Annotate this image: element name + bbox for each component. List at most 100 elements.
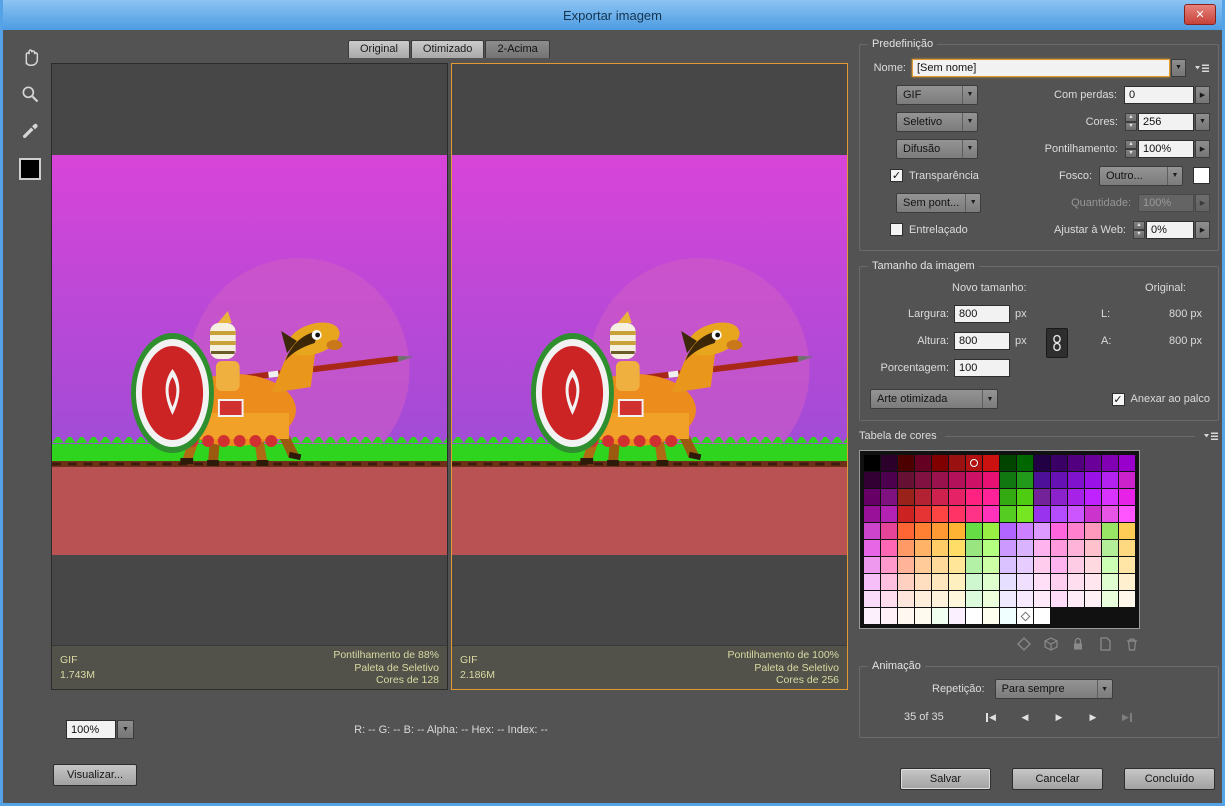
save-button[interactable]: Salvar: [900, 768, 991, 790]
close-button[interactable]: ✕: [1184, 4, 1216, 25]
loop-select[interactable]: Para sempre ▼: [994, 679, 1113, 699]
color-swatch[interactable]: [949, 591, 965, 607]
color-swatch[interactable]: [864, 489, 880, 505]
color-swatch[interactable]: [949, 574, 965, 590]
color-swatch[interactable]: [966, 455, 982, 471]
color-swatch[interactable]: [864, 455, 880, 471]
color-swatch[interactable]: [881, 557, 897, 573]
slider-popup-icon[interactable]: ▶: [1195, 85, 1210, 104]
play-button[interactable]: ▶: [1042, 712, 1076, 723]
chevron-down-icon[interactable]: ▼: [1195, 112, 1210, 131]
color-swatch[interactable]: [1034, 455, 1050, 471]
color-swatch[interactable]: [1102, 506, 1118, 522]
color-swatch[interactable]: [1068, 574, 1084, 590]
color-swatch[interactable]: [966, 540, 982, 556]
color-swatch[interactable]: [1068, 455, 1084, 471]
color-swatch[interactable]: [1017, 608, 1033, 624]
color-swatch[interactable]: [915, 591, 931, 607]
color-swatch[interactable]: [983, 574, 999, 590]
color-swatch[interactable]: [1000, 608, 1016, 624]
color-swatch[interactable]: [1034, 489, 1050, 505]
color-swatch[interactable]: [915, 540, 931, 556]
color-swatch[interactable]: [949, 608, 965, 624]
lossy-field[interactable]: 0: [1124, 85, 1194, 104]
color-swatch[interactable]: [915, 608, 931, 624]
web-shift-icon[interactable]: [1016, 636, 1032, 652]
color-swatch[interactable]: [1085, 489, 1101, 505]
dither-method-select[interactable]: Difusão ▼: [896, 138, 978, 159]
color-swatch[interactable]: [983, 557, 999, 573]
color-swatch[interactable]: [915, 574, 931, 590]
color-swatch[interactable]: [864, 523, 880, 539]
color-swatch[interactable]: [881, 506, 897, 522]
color-swatch[interactable]: [932, 506, 948, 522]
new-color-icon[interactable]: [1097, 636, 1113, 652]
color-swatch[interactable]: [949, 472, 965, 488]
color-swatch[interactable]: [1017, 489, 1033, 505]
format-select[interactable]: GIF ▼: [896, 84, 978, 105]
color-swatch[interactable]: [864, 506, 880, 522]
color-swatch[interactable]: [1017, 506, 1033, 522]
colors-field[interactable]: 256: [1138, 112, 1194, 131]
color-swatch[interactable]: [983, 489, 999, 505]
color-swatch[interactable]: [1085, 506, 1101, 522]
color-swatch[interactable]: [983, 591, 999, 607]
slider-popup-icon[interactable]: ▶: [1195, 220, 1210, 239]
color-swatch[interactable]: [983, 540, 999, 556]
web-safe-cube-icon[interactable]: [1043, 636, 1059, 652]
color-swatch[interactable]: [1085, 591, 1101, 607]
color-swatch[interactable]: [1051, 540, 1067, 556]
color-swatch[interactable]: [1068, 489, 1084, 505]
color-swatch[interactable]: [966, 591, 982, 607]
tab-original[interactable]: Original: [348, 40, 410, 58]
color-swatch[interactable]: [881, 574, 897, 590]
hand-tool[interactable]: [15, 42, 45, 72]
color-swatch[interactable]: [881, 455, 897, 471]
color-swatch[interactable]: [1000, 574, 1016, 590]
tab-2-acima[interactable]: 2-Acima: [485, 40, 550, 58]
color-swatch[interactable]: [915, 506, 931, 522]
color-swatch[interactable]: [932, 472, 948, 488]
color-swatch[interactable]: [915, 557, 931, 573]
color-swatch[interactable]: [864, 574, 880, 590]
percent-field[interactable]: 100: [954, 358, 1010, 377]
color-swatch[interactable]: [966, 574, 982, 590]
delete-color-icon[interactable]: [1124, 636, 1140, 652]
color-swatch[interactable]: [898, 557, 914, 573]
color-swatch[interactable]: [966, 523, 982, 539]
color-swatch[interactable]: [983, 506, 999, 522]
color-swatch[interactable]: [1068, 472, 1084, 488]
preview-pane-optimized[interactable]: GIF 2.186M Pontilhamento de 100% Paleta …: [451, 63, 848, 690]
color-swatch[interactable]: [1034, 574, 1050, 590]
cancel-button[interactable]: Cancelar: [1012, 768, 1103, 790]
color-swatch[interactable]: [983, 523, 999, 539]
color-swatch[interactable]: [864, 557, 880, 573]
optimize-art-select[interactable]: Arte otimizada ▼: [870, 389, 998, 409]
color-swatch[interactable]: [966, 489, 982, 505]
color-swatch[interactable]: [1034, 608, 1050, 624]
done-button[interactable]: Concluído: [1124, 768, 1215, 790]
color-swatch[interactable]: [1119, 506, 1135, 522]
colors-stepper[interactable]: ▲ ▼: [1125, 112, 1137, 131]
color-table-menu-icon[interactable]: [1203, 430, 1219, 442]
matte-select[interactable]: Outro... ▼: [1099, 165, 1183, 186]
preview-pane-original[interactable]: GIF 1.743M Pontilhamento de 88% Paleta d…: [51, 63, 448, 690]
constrain-proportions-button[interactable]: [1046, 328, 1068, 358]
color-swatch[interactable]: [864, 608, 880, 624]
color-swatch[interactable]: [983, 608, 999, 624]
color-swatch[interactable]: [1051, 455, 1067, 471]
color-swatch[interactable]: [1017, 591, 1033, 607]
color-swatch[interactable]: [881, 523, 897, 539]
color-swatch[interactable]: [915, 455, 931, 471]
color-swatch[interactable]: [932, 557, 948, 573]
color-swatch[interactable]: [932, 455, 948, 471]
preview-in-browser-button[interactable]: Visualizar...: [53, 764, 138, 786]
color-swatch[interactable]: [966, 472, 982, 488]
last-frame-button[interactable]: ▶: [1110, 712, 1144, 723]
color-swatch[interactable]: [932, 523, 948, 539]
color-swatch[interactable]: [881, 591, 897, 607]
color-swatch[interactable]: [1000, 540, 1016, 556]
color-swatch[interactable]: [898, 591, 914, 607]
eyedropper-tool[interactable]: [15, 116, 45, 146]
color-swatch[interactable]: [1119, 591, 1135, 607]
